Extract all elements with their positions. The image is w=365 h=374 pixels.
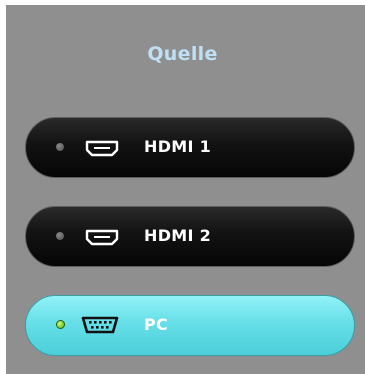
hdmi-port-icon (85, 229, 119, 246)
source-item-label: HDMI 2 (144, 226, 212, 245)
source-item-hdmi-2[interactable]: HDMI 2 (25, 206, 355, 267)
source-item-pc[interactable]: PC (25, 295, 355, 356)
status-led-icon (56, 232, 64, 240)
status-led-icon (56, 320, 65, 329)
source-item-label: PC (144, 315, 169, 334)
status-led-icon (56, 143, 64, 151)
menu-title: Quelle (147, 43, 218, 65)
source-item-label: HDMI 1 (144, 137, 212, 156)
vga-port-icon (81, 316, 119, 334)
hdmi-port-icon (85, 140, 119, 157)
source-item-hdmi-1[interactable]: HDMI 1 (25, 117, 355, 178)
